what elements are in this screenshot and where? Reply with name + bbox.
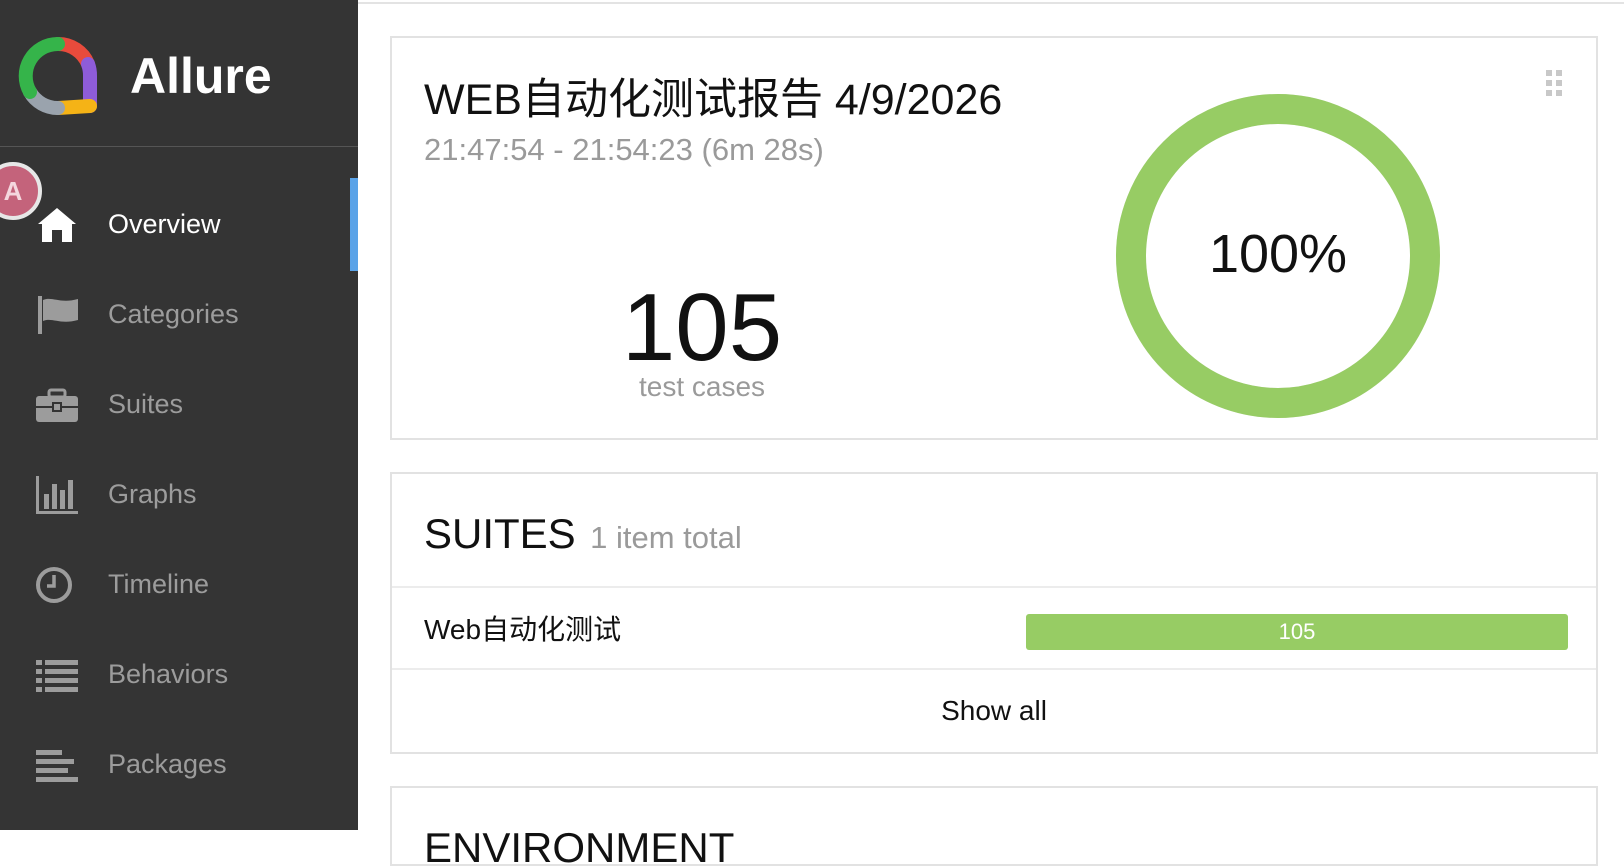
clock-icon [36, 567, 72, 603]
app-name: Allure [130, 48, 272, 104]
sidebar: Allure Overview Categories Suites Graphs… [0, 0, 358, 830]
flag-icon [38, 296, 78, 334]
sidebar-item-label: Timeline [108, 569, 210, 599]
sidebar-item-label: Graphs [108, 479, 197, 509]
summary-widget: WEB自动化测试报告 4/9/2026 21:47:54 - 21:54:23 … [390, 36, 1598, 440]
top-border [358, 2, 1624, 4]
sidebar-item-label: Behaviors [108, 659, 229, 689]
test-case-count: 105 [621, 274, 783, 381]
sidebar-item-behaviors[interactable]: Behaviors [0, 628, 358, 721]
sidebar-item-graphs[interactable]: Graphs [0, 448, 358, 541]
sidebar-item-suites[interactable]: Suites [0, 358, 358, 451]
suites-widget: SUITES 1 item total Web自动化测试 105 Show al… [390, 472, 1598, 754]
align-left-icon [36, 750, 78, 782]
active-indicator [350, 178, 358, 271]
sidebar-item-label: Suites [108, 389, 184, 419]
list-icon [36, 660, 78, 692]
sidebar-item-label: Packages [108, 749, 227, 779]
show-all-link[interactable]: Show all [392, 670, 1596, 752]
report-title: WEB自动化测试报告 4/9/2026 [424, 76, 1003, 124]
suite-name: Web自动化测试 [424, 614, 622, 645]
drag-handle-icon[interactable] [1544, 68, 1564, 98]
test-case-count-label: test cases [638, 371, 766, 402]
environment-widget: ENVIRONMENT [390, 786, 1598, 866]
briefcase-icon [36, 388, 78, 422]
sidebar-item-overview[interactable]: Overview [0, 178, 358, 271]
sidebar-item-categories[interactable]: Categories [0, 268, 358, 361]
success-rate-value: 100% [1208, 224, 1348, 284]
suite-passed-bar[interactable]: 105 [1026, 614, 1568, 650]
sidebar-item-packages[interactable]: Packages [0, 718, 358, 811]
report-time-range: 21:47:54 - 21:54:23 (6m 28s) [424, 132, 824, 167]
brand[interactable]: Allure [0, 0, 358, 147]
sidebar-item-label: Overview [108, 209, 221, 239]
suites-header: SUITES 1 item total [424, 508, 742, 564]
home-icon [38, 208, 76, 242]
environment-title: ENVIRONMENT [424, 824, 735, 866]
bar-chart-icon [36, 476, 78, 514]
brand-divider [0, 146, 358, 147]
sidebar-item-label: Categories [108, 299, 239, 329]
sidebar-item-timeline[interactable]: Timeline [0, 538, 358, 631]
suites-title: SUITES [424, 510, 576, 557]
suite-row[interactable]: Web自动化测试 105 [392, 588, 1596, 670]
allure-logo-icon [18, 36, 97, 116]
suites-count: 1 item total [590, 520, 742, 555]
